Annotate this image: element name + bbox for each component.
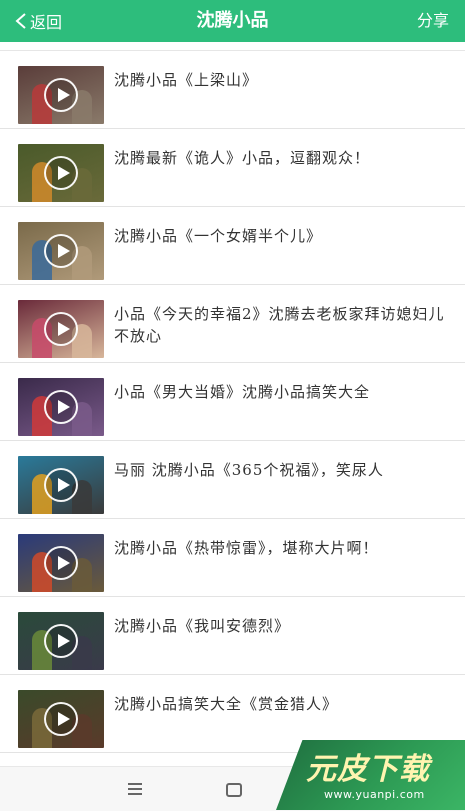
video-list-item[interactable]: 沈腾最新《诡人》小品，逗翻观众！ [0,129,465,207]
video-title[interactable]: 沈腾小品《我叫安德烈》 [114,615,454,637]
menu-icon[interactable] [128,783,142,798]
video-title[interactable]: 沈腾小品《热带惊雷》，堪称大片啊！ [114,537,454,559]
play-icon[interactable] [44,234,78,268]
watermark-logo: 元皮下载 www.yuanpi.com [276,740,465,810]
play-icon[interactable] [44,624,78,658]
top-bar: 返回 沈腾小品 分享 [0,0,465,42]
video-list: 沈腾小品《上梁山》 沈腾最新《诡人》小品，逗翻观众！ 沈腾小品《一个女婿半个儿》 小品… [0,50,465,767]
video-list-item[interactable]: 马丽 沈腾小品《365个祝福》，笑尿人 [0,441,465,519]
play-icon[interactable] [44,78,78,112]
video-thumbnail[interactable] [18,378,104,436]
video-title[interactable]: 沈腾小品《上梁山》 [114,69,454,91]
play-icon[interactable] [44,390,78,424]
video-thumbnail[interactable] [18,612,104,670]
video-thumbnail[interactable] [18,456,104,514]
video-list-item[interactable]: 沈腾小品《上梁山》 [0,51,465,129]
video-thumbnail[interactable] [18,144,104,202]
play-icon[interactable] [44,546,78,580]
video-thumbnail[interactable] [18,300,104,358]
video-title[interactable]: 沈腾小品搞笑大全《赏金猎人》 [114,693,454,715]
video-thumbnail[interactable] [18,222,104,280]
watermark-url: www.yuanpi.com [324,788,425,801]
home-icon[interactable] [226,783,242,797]
page-title: 沈腾小品 [196,10,269,31]
video-thumbnail[interactable] [18,690,104,748]
watermark-brand: 元皮下载 [306,752,430,787]
video-list-item[interactable]: 小品《男大当婚》沈腾小品搞笑大全 [0,363,465,441]
video-list-item[interactable]: 沈腾小品《一个女婿半个儿》 [0,207,465,285]
video-title[interactable]: 小品《男大当婚》沈腾小品搞笑大全 [114,381,454,403]
video-thumbnail[interactable] [18,66,104,124]
video-title[interactable]: 马丽 沈腾小品《365个祝福》，笑尿人 [114,459,454,481]
play-icon[interactable] [44,702,78,736]
video-title[interactable]: 沈腾最新《诡人》小品，逗翻观众！ [114,147,454,169]
video-list-item[interactable]: 沈腾小品《我叫安德烈》 [0,597,465,675]
video-title[interactable]: 沈腾小品《一个女婿半个儿》 [114,225,454,247]
play-icon[interactable] [44,156,78,190]
video-title[interactable]: 小品《今天的幸福2》沈腾去老板家拜访媳妇儿不放心 [114,303,454,347]
play-icon[interactable] [44,468,78,502]
play-icon[interactable] [44,312,78,346]
video-list-item[interactable]: 小品《今天的幸福2》沈腾去老板家拜访媳妇儿不放心 [0,285,465,363]
video-list-item[interactable]: 沈腾小品《热带惊雷》，堪称大片啊！ [0,519,465,597]
share-button[interactable]: 分享 [417,0,449,42]
video-thumbnail[interactable] [18,534,104,592]
